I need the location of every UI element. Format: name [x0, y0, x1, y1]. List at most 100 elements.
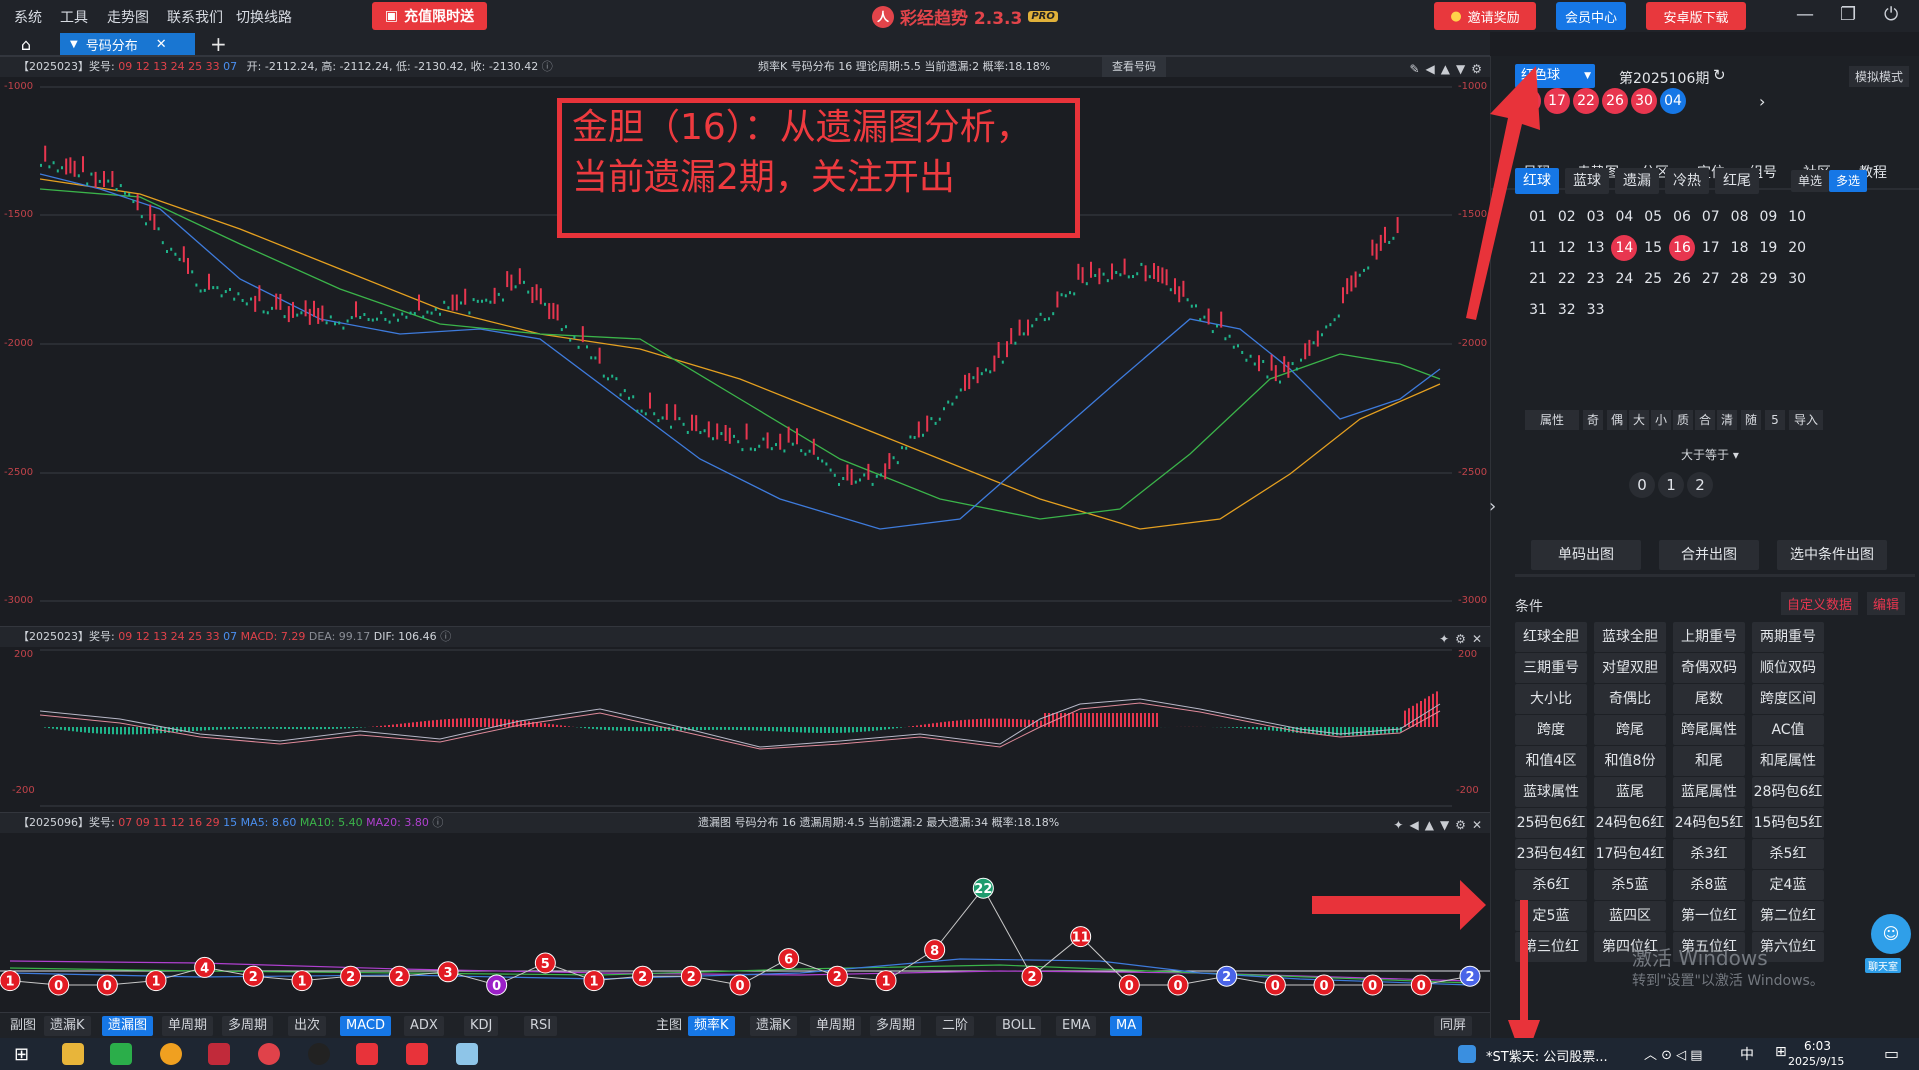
main-miss-k[interactable]: 遗漏K — [750, 1016, 797, 1036]
macd-chart[interactable] — [40, 649, 1452, 807]
wps-app-icon[interactable] — [208, 1043, 230, 1065]
number-ball[interactable]: 31 — [1525, 297, 1551, 323]
gte-select[interactable]: 大于等于 ▾ — [1681, 446, 1739, 463]
condition-button[interactable]: 第三位红 — [1515, 932, 1587, 962]
settings-icon[interactable]: ⚙ — [1471, 59, 1482, 79]
qq-icon[interactable] — [308, 1043, 330, 1065]
attribute-filter[interactable]: 导入 — [1789, 410, 1823, 430]
condition-button[interactable]: 杀8蓝 — [1673, 870, 1745, 900]
condition-button[interactable]: 顺位双码 — [1752, 653, 1824, 683]
number-ball[interactable]: 26 — [1669, 266, 1695, 292]
sub-times[interactable]: 出次 — [288, 1016, 327, 1036]
condition-button[interactable]: 28码包6红 — [1752, 777, 1824, 807]
chat-icon[interactable]: ☺ — [1871, 914, 1911, 954]
number-ball[interactable]: 17 — [1698, 235, 1724, 261]
pin-icon[interactable]: ✦ — [1439, 629, 1449, 649]
sub-adx[interactable]: ADX — [404, 1016, 444, 1036]
chevron-right-icon[interactable]: › — [1759, 92, 1765, 111]
sub-multi-period[interactable]: 多周期 — [222, 1016, 274, 1036]
condition-button[interactable]: AC值 — [1752, 715, 1824, 745]
down-icon[interactable]: ▼ — [1456, 59, 1465, 79]
main-ma[interactable]: MA — [1110, 1016, 1143, 1036]
condition-button[interactable]: 跨尾属性 — [1673, 715, 1745, 745]
number-ball[interactable]: 24 — [1611, 266, 1637, 292]
menu-switch-line[interactable]: 切换线路 — [236, 7, 292, 27]
number-ball[interactable]: 33 — [1583, 297, 1609, 323]
close-icon[interactable]: ✕ — [156, 37, 167, 52]
condition-button[interactable]: 杀5红 — [1752, 839, 1824, 869]
condition-button[interactable]: 尾数 — [1673, 684, 1745, 714]
menu-tools[interactable]: 工具 — [60, 7, 88, 27]
back-icon[interactable]: ◀ — [1409, 815, 1418, 835]
main-ema[interactable]: EMA — [1056, 1016, 1097, 1036]
sub-macd[interactable]: MACD — [340, 1016, 391, 1036]
number-ball[interactable]: 15 — [1640, 235, 1666, 261]
news-icon[interactable] — [1458, 1045, 1476, 1063]
selected-condition-chart-button[interactable]: 选中条件出图 — [1777, 540, 1887, 570]
member-center-button[interactable]: 会员中心 — [1556, 2, 1626, 30]
condition-button[interactable]: 奇偶比 — [1594, 684, 1666, 714]
condition-button[interactable]: 和尾属性 — [1752, 746, 1824, 776]
menu-contact[interactable]: 联系我们 — [167, 7, 223, 27]
number-ball[interactable]: 20 — [1784, 235, 1810, 261]
number-ball[interactable]: 13 — [1583, 235, 1609, 261]
down-icon[interactable]: ▼ — [1440, 815, 1449, 835]
number-ball[interactable]: 30 — [1784, 266, 1810, 292]
ime-indicator[interactable]: 中 — [1740, 1044, 1754, 1064]
main-single-period[interactable]: 单周期 — [810, 1016, 862, 1036]
close-icon[interactable]: ✕ — [1472, 629, 1482, 649]
condition-button[interactable]: 蓝球属性 — [1515, 777, 1587, 807]
number-ball[interactable]: 22 — [1554, 266, 1580, 292]
condition-button[interactable]: 蓝球全胆 — [1594, 622, 1666, 652]
condition-button[interactable]: 杀6红 — [1515, 870, 1587, 900]
number-ball[interactable]: 08 — [1727, 204, 1753, 230]
notepad-icon[interactable] — [456, 1043, 478, 1065]
condition-button[interactable]: 跨度区间 — [1752, 684, 1824, 714]
miss-chart[interactable]: 1 0 0 142 1 2 2 3051 2 2062 18222110 020 0 0 02 — [0, 833, 1490, 1011]
number-ball[interactable]: 05 — [1640, 204, 1666, 230]
number-ball[interactable]: 04 — [1611, 204, 1637, 230]
minimize-icon[interactable]: — — [1796, 4, 1814, 25]
view-numbers-button[interactable]: 查看号码 — [1102, 57, 1166, 77]
custom-data-button[interactable]: 自定义数据 — [1781, 592, 1859, 615]
invite-button[interactable]: ● 邀请奖励 — [1434, 2, 1536, 30]
multi-select-button[interactable]: 多选 — [1829, 170, 1867, 192]
pin-icon[interactable]: ✦ — [1393, 815, 1403, 835]
power-icon[interactable]: ⏻ — [1884, 4, 1898, 25]
number-ball[interactable]: 29 — [1755, 266, 1781, 292]
number-ball[interactable]: 07 — [1698, 204, 1724, 230]
count-option[interactable]: 2 — [1687, 472, 1713, 498]
condition-button[interactable]: 对望双胆 — [1594, 653, 1666, 683]
condition-button[interactable]: 蓝四区 — [1594, 901, 1666, 931]
up-icon[interactable]: ▲ — [1441, 59, 1450, 79]
edit-button[interactable]: 编辑 — [1867, 592, 1906, 615]
number-ball[interactable]: 02 — [1554, 204, 1580, 230]
notification-icon[interactable]: ▭ — [1884, 1044, 1899, 1063]
condition-button[interactable]: 第一位红 — [1673, 901, 1745, 931]
help-icon[interactable]: ⓘ — [542, 60, 553, 73]
attribute-filter[interactable]: 质 — [1673, 410, 1693, 430]
condition-button[interactable]: 15码包5红 — [1752, 808, 1824, 838]
main-frequency-k[interactable]: 频率K — [688, 1016, 735, 1036]
condition-button[interactable]: 杀5蓝 — [1594, 870, 1666, 900]
help-icon[interactable]: ⓘ — [432, 816, 443, 829]
condition-button[interactable]: 两期重号 — [1752, 622, 1824, 652]
attribute-filter[interactable]: 5 — [1765, 410, 1785, 430]
number-ball[interactable]: 25 — [1640, 266, 1666, 292]
number-ball[interactable]: 28 — [1727, 266, 1753, 292]
condition-button[interactable]: 定5蓝 — [1515, 901, 1587, 931]
number-ball[interactable]: 14 — [1611, 235, 1638, 261]
sub-kdj[interactable]: KDJ — [464, 1016, 499, 1036]
add-tab-icon[interactable]: + — [210, 32, 227, 56]
sub-tab[interactable]: 遗漏 — [1615, 168, 1659, 194]
sub-miss-k[interactable]: 遗漏K — [44, 1016, 91, 1036]
simulate-mode-button[interactable]: 模拟模式 — [1849, 66, 1910, 87]
condition-button[interactable]: 25码包6红 — [1515, 808, 1587, 838]
settings-icon[interactable]: ⚙ — [1455, 815, 1466, 835]
promo-button[interactable]: ▣ 充值限时送 — [372, 2, 487, 30]
attribute-filter[interactable]: 偶 — [1607, 410, 1627, 430]
menu-trend[interactable]: 走势图 — [107, 7, 149, 27]
condition-button[interactable]: 三期重号 — [1515, 653, 1587, 683]
back-icon[interactable]: ◀ — [1426, 59, 1435, 79]
attribute-filter[interactable]: 奇 — [1583, 410, 1603, 430]
